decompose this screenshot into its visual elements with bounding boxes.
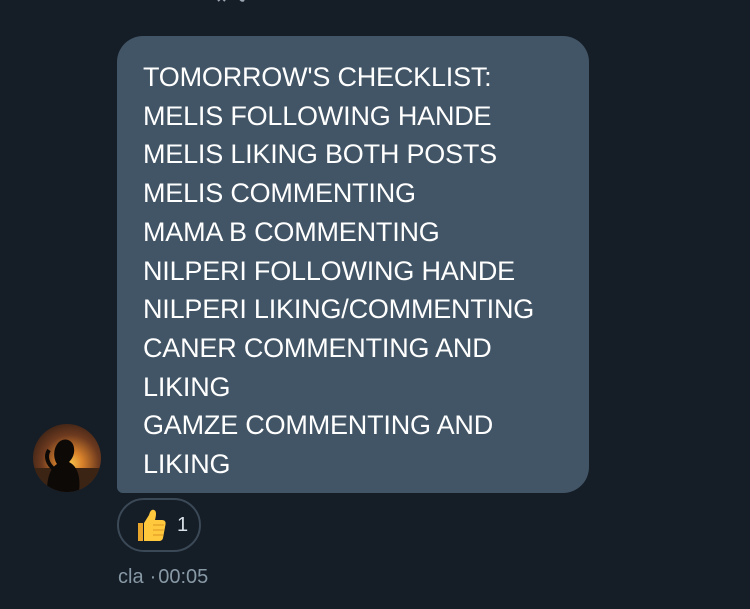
message-line: MELIS LIKING BOTH POSTS	[143, 139, 497, 170]
meta-separator: ·	[149, 566, 157, 588]
message-bubble[interactable]: TOMORROW'S CHECKLIST: MELIS FOLLOWING HA…	[117, 36, 589, 493]
avatar-image	[33, 424, 101, 492]
thumbs-up-icon	[138, 509, 166, 541]
avatar[interactable]	[33, 424, 101, 492]
sender-name: cla	[118, 566, 144, 588]
message-text: TOMORROW'S CHECKLIST: MELIS FOLLOWING HA…	[143, 58, 569, 484]
message-line: LIKING	[143, 449, 231, 480]
message-line: LIKING	[143, 371, 231, 402]
message-line: MELIS COMMENTING	[143, 178, 416, 209]
message-line: MELIS FOLLOWING HANDE	[143, 100, 492, 131]
close-icon[interactable]	[216, 0, 246, 8]
reaction-button[interactable]: 1	[117, 498, 201, 552]
message-line: NILPERI FOLLOWING HANDE	[143, 255, 515, 286]
message-line: MAMA B COMMENTING	[143, 216, 440, 247]
message-line: GAMZE COMMENTING AND	[143, 410, 494, 441]
timestamp: 00:05	[158, 566, 209, 588]
reaction-count: 1	[177, 514, 189, 536]
message-line: CANER COMMENTING AND	[143, 332, 492, 363]
message-meta: cla · 00:05	[118, 565, 208, 589]
message-line: TOMORROW'S CHECKLIST:	[143, 62, 492, 92]
message-line: NILPERI LIKING/COMMENTING	[143, 294, 535, 325]
